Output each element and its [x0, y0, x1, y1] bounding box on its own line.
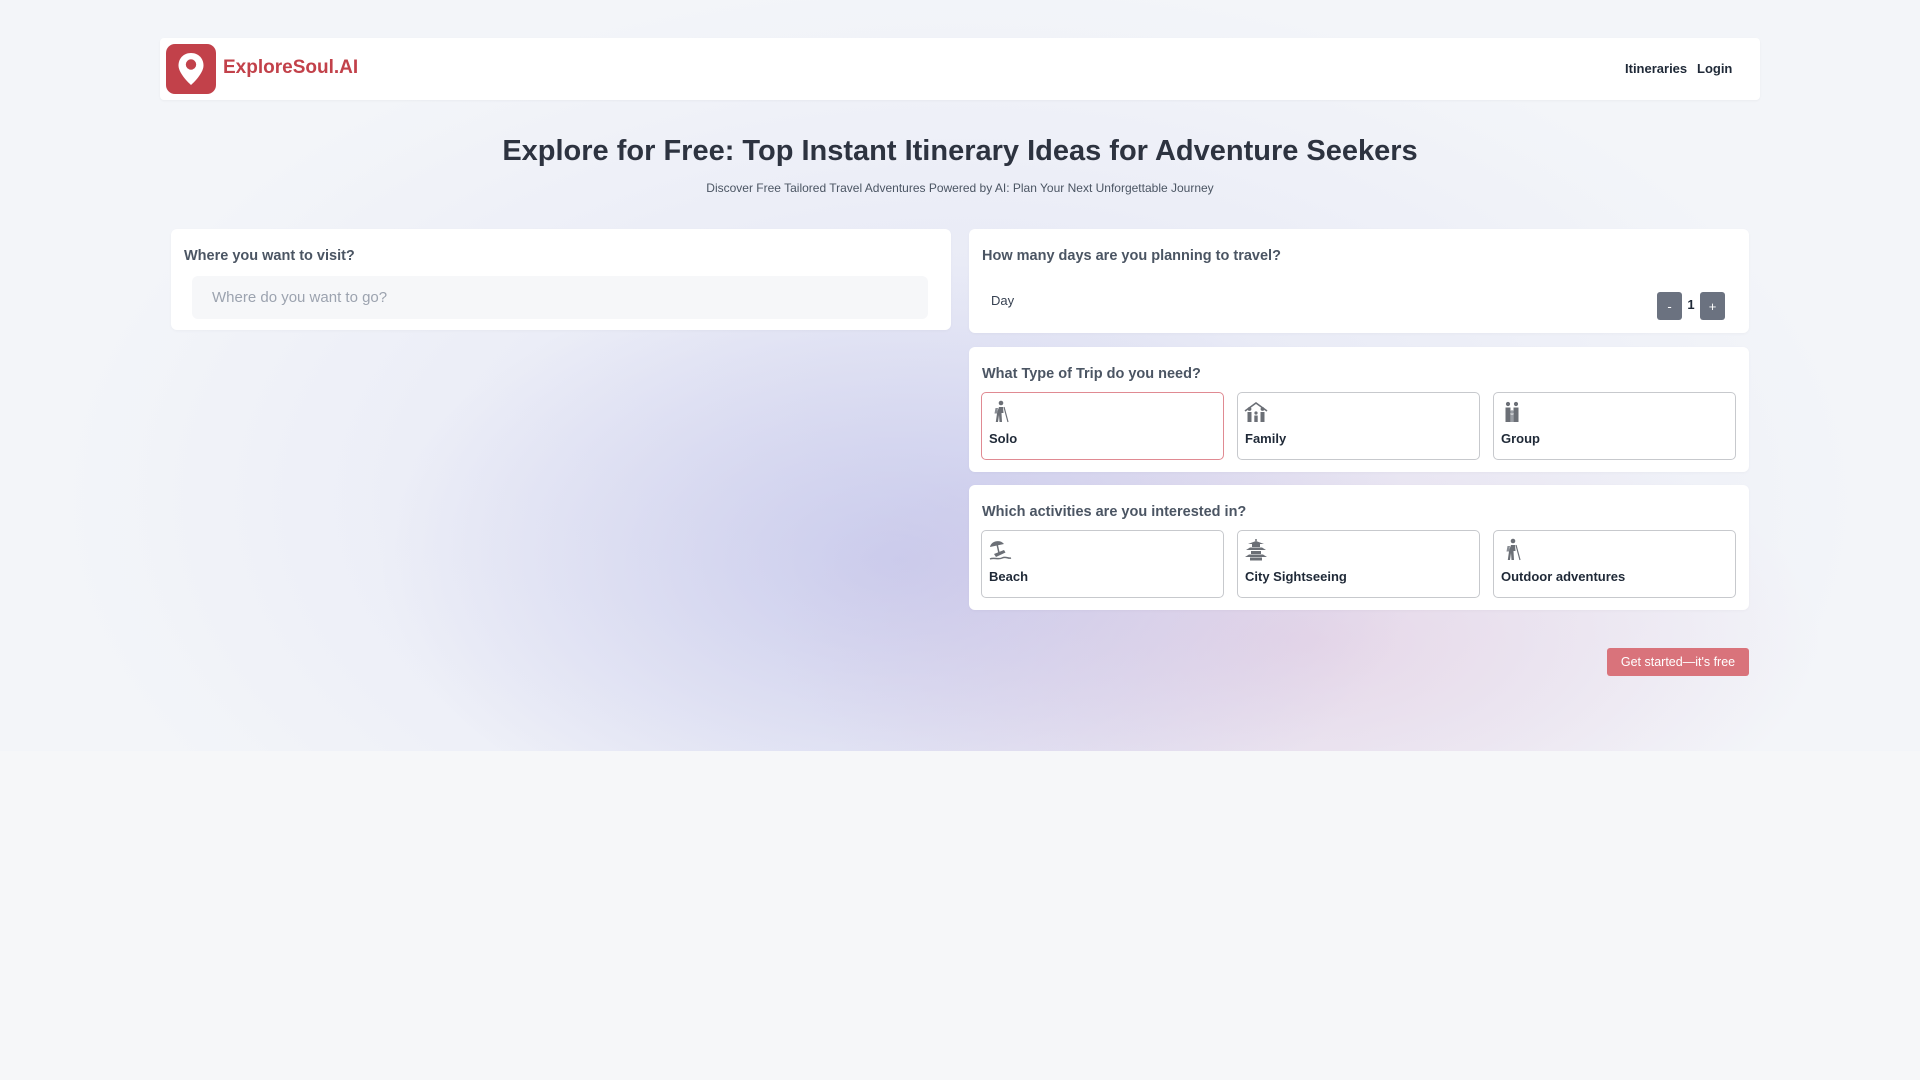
activity-option-label: City Sightseeing [1245, 569, 1347, 584]
trip-option-family[interactable]: Family [1237, 392, 1480, 460]
activity-option-city-sightseeing[interactable]: City Sightseeing [1237, 530, 1480, 598]
activities-card: Which activities are you interested in? … [969, 485, 1749, 610]
trip-option-label: Group [1501, 431, 1540, 446]
trip-type-label: What Type of Trip do you need? [982, 366, 1201, 382]
activities-label: Which activities are you interested in? [982, 504, 1247, 520]
trip-option-label: Family [1245, 431, 1287, 446]
activity-option-label: Beach [989, 569, 1029, 584]
family-icon [1244, 402, 1268, 422]
days-card: How many days are you planning to travel… [969, 229, 1749, 333]
destination-label: Where you want to visit? [184, 248, 355, 264]
hiker-icon [1506, 538, 1521, 561]
logo[interactable] [166, 44, 216, 94]
day-count: 1 [1687, 297, 1695, 312]
navbar: ExploreSoul.AI Itineraries Login [160, 38, 1760, 100]
page-subtitle: Discover Free Tailored Travel Adventures… [706, 181, 1214, 195]
day-increment-button[interactable]: + [1700, 292, 1725, 320]
page-title: Explore for Free: Top Instant Itinerary … [502, 135, 1418, 167]
destination-card: Where you want to visit? [171, 229, 951, 330]
day-decrement-button[interactable]: - [1657, 292, 1682, 320]
group-icon [1505, 401, 1519, 422]
map-pin-icon [178, 53, 204, 85]
trip-option-group[interactable]: Group [1493, 392, 1736, 460]
trip-option-label: Solo [989, 431, 1018, 446]
get-started-button[interactable]: Get started—it's free [1607, 648, 1749, 676]
destination-input[interactable] [192, 276, 928, 319]
pagoda-icon [1245, 539, 1267, 561]
hiker-icon [994, 400, 1009, 423]
activity-option-outdoor-adventures[interactable]: Outdoor adventures [1493, 530, 1736, 598]
trip-type-card: What Type of Trip do you need? Solo Fami… [969, 347, 1749, 472]
nav-link-login[interactable]: Login [1697, 61, 1732, 76]
days-label: How many days are you planning to travel… [982, 248, 1281, 264]
trip-option-solo[interactable]: Solo [981, 392, 1224, 460]
activity-option-beach[interactable]: Beach [981, 530, 1224, 598]
beach-umbrella-icon [989, 541, 1012, 560]
brand-name[interactable]: ExploreSoul.AI [223, 57, 358, 79]
nav-link-itineraries[interactable]: Itineraries [1625, 61, 1687, 76]
day-unit-label: Day [991, 293, 1015, 308]
activity-option-label: Outdoor adventures [1501, 569, 1626, 584]
